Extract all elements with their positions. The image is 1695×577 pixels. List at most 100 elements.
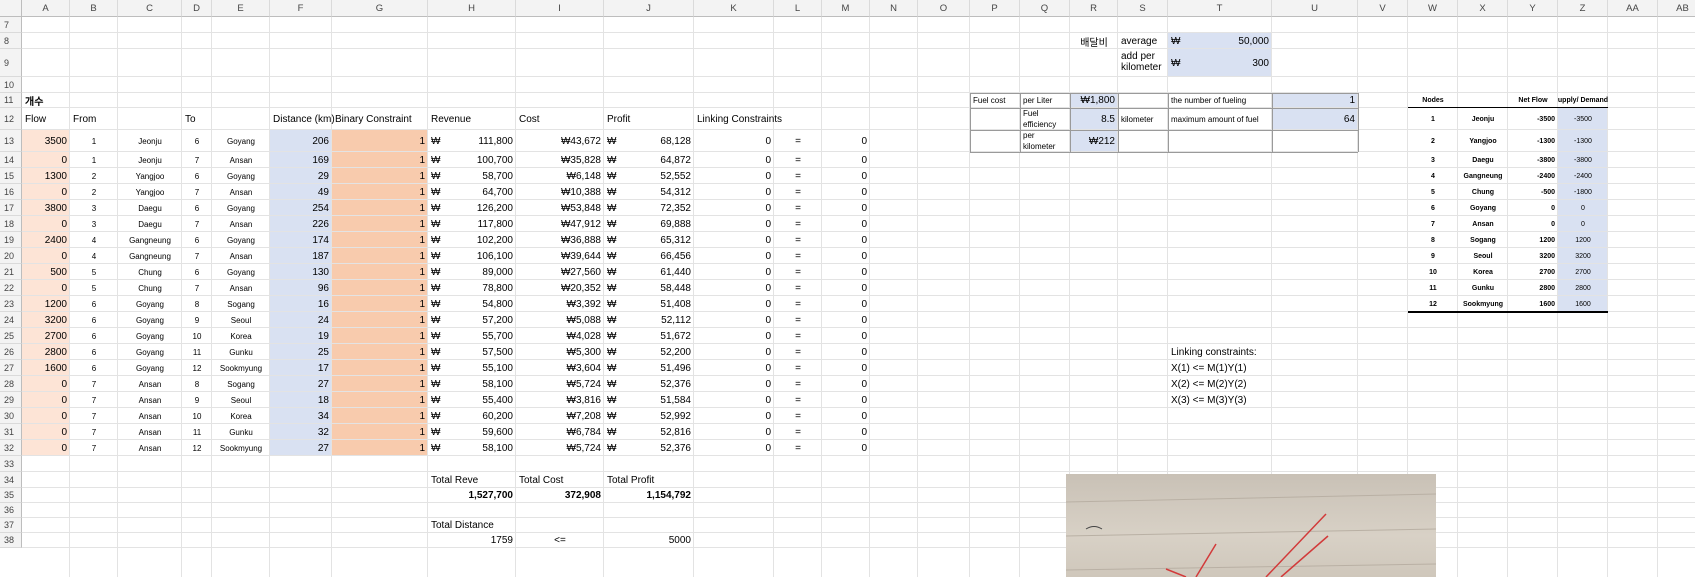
to-node-cell[interactable]: 7 xyxy=(182,248,212,264)
row-header-24[interactable]: 24 xyxy=(0,312,22,328)
add-value[interactable]: 300 xyxy=(1168,49,1272,77)
binary-cell[interactable]: 1 xyxy=(332,264,428,280)
to-city-cell[interactable]: Ansan xyxy=(212,248,270,264)
profit-cell[interactable]: 61,440 xyxy=(604,264,694,280)
linking-value-cell[interactable]: 0 xyxy=(694,424,774,440)
supply-demand-cell[interactable]: 1600 xyxy=(1558,296,1608,312)
revenue-cell[interactable]: 117,800 xyxy=(428,216,516,232)
profit-cell[interactable]: 69,888 xyxy=(604,216,694,232)
cost-cell[interactable]: ₩3,392 xyxy=(516,296,604,312)
binary-cell[interactable]: 1 xyxy=(332,344,428,360)
row-header-32[interactable]: 32 xyxy=(0,440,22,456)
supply-demand-cell[interactable]: -1800 xyxy=(1558,184,1608,200)
row-header-27[interactable]: 27 xyxy=(0,360,22,376)
row-header-20[interactable]: 20 xyxy=(0,248,22,264)
flow-cell[interactable]: 500 xyxy=(22,264,70,280)
binary-cell[interactable]: 1 xyxy=(332,312,428,328)
binary-cell[interactable]: 1 xyxy=(332,200,428,216)
to-node-cell[interactable]: 9 xyxy=(182,312,212,328)
from-node-cell[interactable]: 6 xyxy=(70,312,118,328)
binary-cell[interactable]: 1 xyxy=(332,376,428,392)
rhs-cell[interactable]: 0 xyxy=(822,392,870,408)
node-id-cell[interactable]: 10 xyxy=(1408,264,1458,280)
to-city-cell[interactable]: Sogang xyxy=(212,376,270,392)
rhs-cell[interactable]: 0 xyxy=(822,248,870,264)
fueling-count-label[interactable]: the number of fueling xyxy=(1168,93,1272,108)
cost-cell[interactable]: ₩27,560 xyxy=(516,264,604,280)
supply-demand-cell[interactable]: 1200 xyxy=(1558,232,1608,248)
to-city-cell[interactable]: Ansan xyxy=(212,152,270,168)
rhs-cell[interactable]: 0 xyxy=(822,440,870,456)
revenue-cell[interactable]: 55,100 xyxy=(428,360,516,376)
to-node-cell[interactable]: 11 xyxy=(182,344,212,360)
row-header-8[interactable]: 8 xyxy=(0,33,22,49)
linking-note[interactable]: X(1) <= M(1)Y(1) xyxy=(1168,360,1272,376)
cost-cell[interactable]: ₩47,912 xyxy=(516,216,604,232)
flow-cell[interactable]: 2800 xyxy=(22,344,70,360)
equals-cell[interactable]: = xyxy=(774,344,822,360)
equals-cell[interactable]: = xyxy=(774,408,822,424)
row-header-26[interactable]: 26 xyxy=(0,344,22,360)
cost-cell[interactable]: ₩36,888 xyxy=(516,232,604,248)
to-node-cell[interactable]: 10 xyxy=(182,408,212,424)
to-node-cell[interactable]: 10 xyxy=(182,328,212,344)
from-node-cell[interactable]: 7 xyxy=(70,408,118,424)
column-header-s[interactable]: S xyxy=(1118,0,1168,17)
rhs-cell[interactable]: 0 xyxy=(822,184,870,200)
flow-cell[interactable]: 3500 xyxy=(22,130,70,152)
from-node-cell[interactable]: 7 xyxy=(70,424,118,440)
flow-cell[interactable]: 0 xyxy=(22,376,70,392)
rhs-cell[interactable]: 0 xyxy=(822,312,870,328)
flow-cell[interactable]: 1300 xyxy=(22,168,70,184)
column-header-o[interactable]: O xyxy=(918,0,970,17)
total-distance-label[interactable]: Total Distance xyxy=(428,518,516,533)
row-header-35[interactable]: 35 xyxy=(0,488,22,503)
average-value[interactable]: 50,000 xyxy=(1168,33,1272,49)
fuel-cost-label[interactable]: Fuel cost xyxy=(970,93,1020,108)
fueling-count-value[interactable]: 1 xyxy=(1272,93,1358,108)
profit-cell[interactable]: 51,672 xyxy=(604,328,694,344)
column-header-ab[interactable]: AB xyxy=(1658,0,1695,17)
net-flow-cell[interactable]: 2800 xyxy=(1508,280,1558,296)
equals-cell[interactable]: = xyxy=(774,168,822,184)
from-city-cell[interactable]: Yangjoo xyxy=(118,184,182,200)
revenue-cell[interactable]: 59,600 xyxy=(428,424,516,440)
revenue-cell[interactable]: 58,700 xyxy=(428,168,516,184)
to-header[interactable]: To xyxy=(182,108,212,130)
from-city-cell[interactable]: Chung xyxy=(118,264,182,280)
row-header-25[interactable]: 25 xyxy=(0,328,22,344)
cost-cell[interactable]: ₩5,724 xyxy=(516,440,604,456)
from-node-cell[interactable]: 2 xyxy=(70,168,118,184)
from-city-cell[interactable]: Gangneung xyxy=(118,248,182,264)
profit-cell[interactable]: 64,872 xyxy=(604,152,694,168)
row-header-23[interactable]: 23 xyxy=(0,296,22,312)
row-header-34[interactable]: 34 xyxy=(0,472,22,488)
to-node-cell[interactable]: 6 xyxy=(182,264,212,280)
profit-cell[interactable]: 72,352 xyxy=(604,200,694,216)
revenue-cell[interactable]: 57,500 xyxy=(428,344,516,360)
revenue-cell[interactable]: 55,700 xyxy=(428,328,516,344)
row-header-36[interactable]: 36 xyxy=(0,503,22,518)
distance-cell[interactable]: 130 xyxy=(270,264,332,280)
profit-cell[interactable]: 51,408 xyxy=(604,296,694,312)
profit-cell[interactable]: 52,112 xyxy=(604,312,694,328)
row-header-28[interactable]: 28 xyxy=(0,376,22,392)
profit-cell[interactable]: 51,584 xyxy=(604,392,694,408)
revenue-cell[interactable]: 126,200 xyxy=(428,200,516,216)
binary-cell[interactable]: 1 xyxy=(332,232,428,248)
flow-cell[interactable]: 1200 xyxy=(22,296,70,312)
rhs-cell[interactable]: 0 xyxy=(822,216,870,232)
to-city-cell[interactable]: Sogang xyxy=(212,296,270,312)
linking-value-cell[interactable]: 0 xyxy=(694,216,774,232)
revenue-cell[interactable]: 60,200 xyxy=(428,408,516,424)
net-flow-cell[interactable]: 1200 xyxy=(1508,232,1558,248)
delivery-fee-label[interactable]: 배달비 xyxy=(1070,33,1118,49)
equals-cell[interactable]: = xyxy=(774,216,822,232)
column-header-t[interactable]: T xyxy=(1168,0,1272,17)
distance-cell[interactable]: 174 xyxy=(270,232,332,248)
to-city-cell[interactable]: Ansan xyxy=(212,184,270,200)
distance-cell[interactable]: 19 xyxy=(270,328,332,344)
equals-cell[interactable]: = xyxy=(774,130,822,152)
rhs-cell[interactable]: 0 xyxy=(822,232,870,248)
to-city-cell[interactable]: Gunku xyxy=(212,344,270,360)
